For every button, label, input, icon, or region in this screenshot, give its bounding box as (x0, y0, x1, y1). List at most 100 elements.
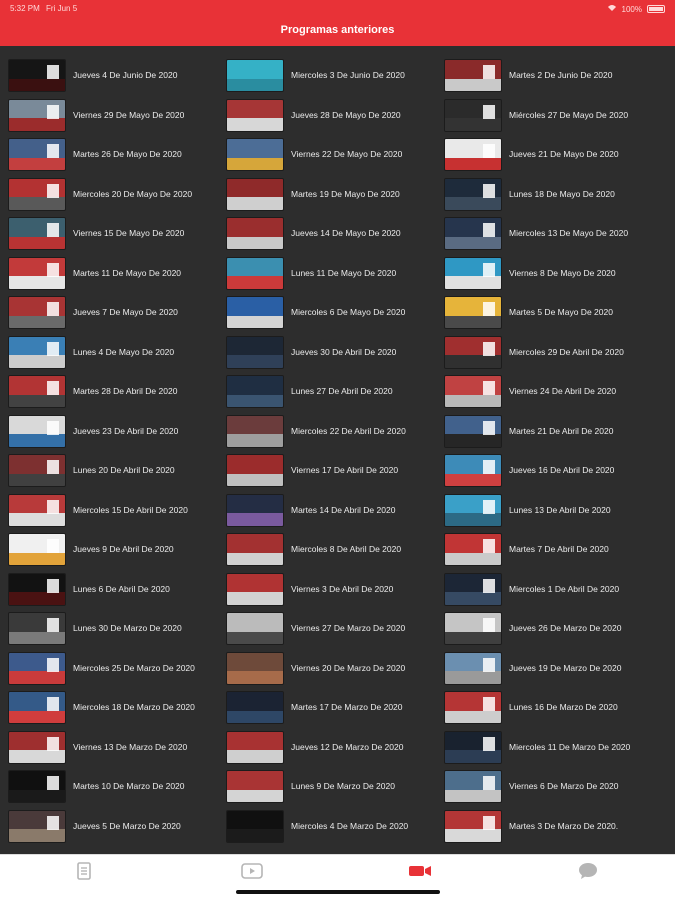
program-label: Miercoles 15 De Abril De 2020 (73, 504, 188, 515)
program-item[interactable]: Martes 10 De Marzo De 2020 (8, 767, 226, 807)
program-item[interactable]: Martes 5 De Mayo De 2020 (444, 293, 662, 333)
program-item[interactable]: Martes 2 De Junio De 2020 (444, 56, 662, 96)
program-item[interactable]: Jueves 14 De Mayo De 2020 (226, 214, 444, 254)
program-item[interactable]: Viernes 29 De Mayo De 2020 (8, 96, 226, 136)
program-label: Viernes 24 De Abril De 2020 (509, 386, 617, 397)
program-label: Jueves 28 De Mayo De 2020 (291, 109, 401, 120)
program-item[interactable]: Lunes 16 De Marzo De 2020 (444, 688, 662, 728)
program-item[interactable]: Lunes 18 De Mayo De 2020 (444, 175, 662, 215)
program-item[interactable]: Miercoles 13 De Mayo De 2020 (444, 214, 662, 254)
program-item[interactable]: Martes 19 De Mayo De 2020 (226, 175, 444, 215)
program-label: Jueves 4 De Junio De 2020 (73, 70, 178, 81)
tab-chat[interactable] (504, 855, 672, 891)
program-label: Miercoles 13 De Mayo De 2020 (509, 228, 629, 239)
program-label: Viernes 27 De Marzo De 2020 (291, 623, 406, 634)
program-item[interactable]: Jueves 19 De Marzo De 2020 (444, 649, 662, 689)
thumbnail-figure (47, 381, 59, 396)
thumbnail-bottom (445, 552, 501, 566)
program-item[interactable]: Viernes 20 De Marzo De 2020 (226, 649, 444, 689)
program-item[interactable]: Jueves 30 De Abril De 2020 (226, 333, 444, 373)
program-item[interactable]: Jueves 16 De Abril De 2020 (444, 451, 662, 491)
program-item[interactable]: Jueves 7 De Mayo De 2020 (8, 293, 226, 333)
program-item[interactable]: Viernes 15 De Mayo De 2020 (8, 214, 226, 254)
program-item[interactable]: Jueves 28 De Mayo De 2020 (226, 96, 444, 136)
program-item[interactable]: Viernes 3 De Abril De 2020 (226, 570, 444, 610)
program-item[interactable]: Miercoles 6 De Mayo De 2020 (226, 293, 444, 333)
thumbnail-top (227, 613, 283, 632)
tab-news[interactable] (0, 855, 168, 891)
program-item[interactable]: Lunes 9 De Marzo De 2020 (226, 767, 444, 807)
thumbnail-bottom (445, 710, 501, 724)
program-item[interactable]: Viernes 24 De Abril De 2020 (444, 372, 662, 412)
thumbnail-top (227, 178, 283, 198)
program-item[interactable]: Martes 11 De Mayo De 2020 (8, 254, 226, 294)
thumbnail-bottom (445, 592, 501, 605)
thumbnail-bottom (9, 829, 65, 842)
thumbnail-bottom (9, 78, 65, 92)
program-label: Miercoles 25 De Marzo De 2020 (73, 662, 195, 673)
thumbnail-figure (47, 815, 59, 830)
program-item[interactable]: Martes 7 De Abril De 2020 (444, 530, 662, 570)
program-item[interactable]: Jueves 5 De Marzo De 2020 (8, 807, 226, 847)
program-item[interactable]: Jueves 23 De Abril De 2020 (8, 412, 226, 452)
program-item[interactable]: Martes 26 De Mayo De 2020 (8, 135, 226, 175)
program-item[interactable]: Lunes 4 De Mayo De 2020 (8, 333, 226, 373)
program-item[interactable]: Miercoles 11 De Marzo De 2020 (444, 728, 662, 768)
program-label: Jueves 7 De Mayo De 2020 (73, 307, 178, 318)
program-item[interactable]: Lunes 6 De Abril De 2020 (8, 570, 226, 610)
program-item[interactable]: Jueves 4 De Junio De 2020 (8, 56, 226, 96)
battery-icon (647, 5, 665, 13)
program-item[interactable]: Martes 17 De Marzo De 2020 (226, 688, 444, 728)
thumbnail-bottom (445, 750, 501, 763)
program-item[interactable]: Lunes 13 De Abril De 2020 (444, 491, 662, 531)
thumbnail-top (227, 810, 283, 830)
program-item[interactable]: Viernes 22 De Mayo De 2020 (226, 135, 444, 175)
program-thumbnail (226, 770, 284, 804)
thumbnail-top (227, 297, 283, 316)
program-thumbnail (444, 335, 502, 369)
program-item[interactable]: Viernes 27 De Marzo De 2020 (226, 609, 444, 649)
thumbnail-figure (47, 697, 59, 712)
program-item[interactable]: Viernes 6 De Marzo De 2020 (444, 767, 662, 807)
program-label: Lunes 30 De Marzo De 2020 (73, 623, 182, 634)
thumbnail-figure (483, 618, 495, 633)
program-item[interactable]: Jueves 21 De Mayo De 2020 (444, 135, 662, 175)
program-item[interactable]: Martes 28 De Abril De 2020 (8, 372, 226, 412)
program-item[interactable]: Jueves 26 De Marzo De 2020 (444, 609, 662, 649)
program-item[interactable]: Miercoles 4 De Marzo De 2020 (226, 807, 444, 847)
program-item[interactable]: Lunes 30 De Marzo De 2020 (8, 609, 226, 649)
program-item[interactable]: Miercoles 18 De Marzo De 2020 (8, 688, 226, 728)
program-item[interactable]: Martes 14 De Abril De 2020 (226, 491, 444, 531)
program-item[interactable]: Lunes 20 De Abril De 2020 (8, 451, 226, 491)
program-item[interactable]: Miercoles 25 De Marzo De 2020 (8, 649, 226, 689)
program-label: Viernes 6 De Marzo De 2020 (509, 781, 619, 792)
program-item[interactable]: Martes 3 De Marzo De 2020. (444, 807, 662, 847)
tab-programs[interactable] (336, 855, 504, 891)
program-list[interactable]: Jueves 4 De Junio De 2020 Miercoles 3 De … (0, 48, 675, 854)
program-label: Lunes 4 De Mayo De 2020 (73, 346, 175, 357)
program-item[interactable]: Miercoles 1 De Abril De 2020 (444, 570, 662, 610)
thumbnail-figure (483, 539, 495, 554)
program-item[interactable]: Miercoles 29 De Abril De 2020 (444, 333, 662, 373)
thumbnail-bottom (445, 671, 501, 684)
program-thumbnail (8, 572, 66, 606)
tab-videos[interactable] (168, 855, 336, 891)
program-item[interactable]: Miercoles 8 De Abril De 2020 (226, 530, 444, 570)
program-item[interactable]: Miercoles 22 De Abril De 2020 (226, 412, 444, 452)
program-item[interactable]: Viernes 13 De Marzo De 2020 (8, 728, 226, 768)
program-item[interactable]: Miercoles 3 De Junio De 2020 (226, 56, 444, 96)
program-thumbnail (8, 730, 66, 764)
program-item[interactable]: Miercoles 20 De Mayo De 2020 (8, 175, 226, 215)
program-item[interactable]: Miercoles 15 De Abril De 2020 (8, 491, 226, 531)
program-item[interactable]: Lunes 27 De Abril De 2020 (226, 372, 444, 412)
program-item[interactable]: Jueves 9 De Abril De 2020 (8, 530, 226, 570)
program-item[interactable]: Lunes 11 De Mayo De 2020 (226, 254, 444, 294)
program-item[interactable]: Jueves 12 De Marzo De 2020 (226, 728, 444, 768)
status-time: 5:32 PM Fri Jun 5 (10, 4, 77, 13)
program-item[interactable]: Viernes 8 De Mayo De 2020 (444, 254, 662, 294)
program-item[interactable]: Viernes 17 De Abril De 2020 (226, 451, 444, 491)
program-item[interactable]: Martes 21 De Abril De 2020 (444, 412, 662, 452)
program-item[interactable]: Miércoles 27 De Mayo De 2020 (444, 96, 662, 136)
thumbnail-figure (483, 183, 495, 198)
thumbnail-bottom (9, 750, 65, 763)
